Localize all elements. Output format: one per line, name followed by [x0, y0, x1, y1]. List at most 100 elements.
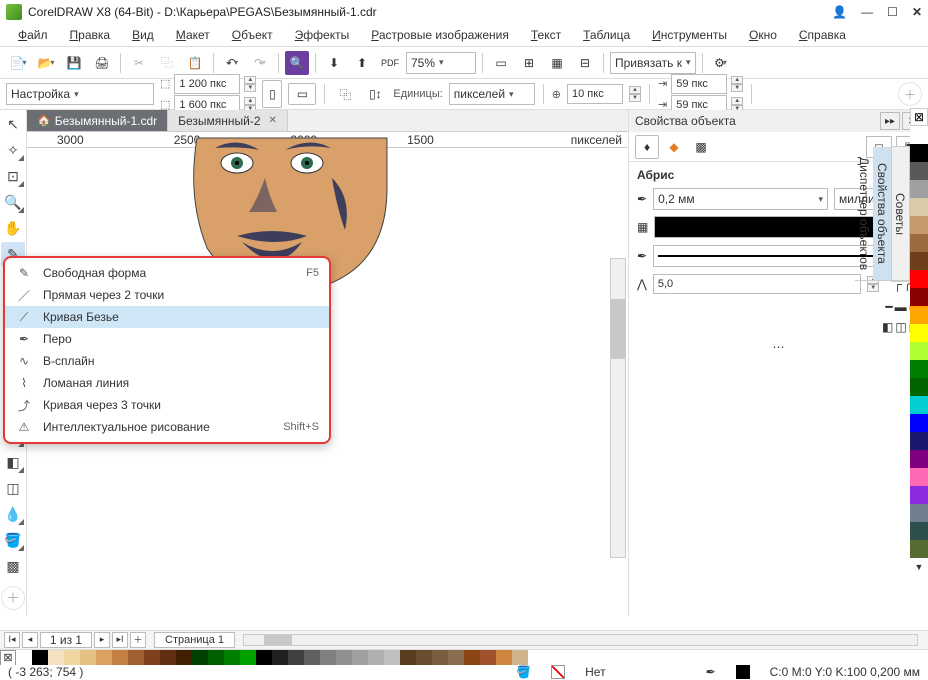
cap-flat[interactable]: ━ [885, 300, 892, 314]
save-button[interactable]: 💾 [62, 51, 86, 75]
paste-icon[interactable]: 📋 [183, 51, 207, 75]
fill-tab-icon[interactable]: ◆ [662, 135, 686, 159]
vertical-scrollbar[interactable] [610, 258, 626, 558]
nudge-input[interactable] [567, 84, 623, 104]
color-swatch[interactable] [910, 306, 928, 324]
color-swatch[interactable] [910, 504, 928, 522]
print-button[interactable]: 🖨 [90, 51, 114, 75]
menu-file[interactable]: Файл [10, 26, 56, 44]
menu-table[interactable]: Таблица [575, 26, 638, 44]
color-swatch[interactable] [910, 216, 928, 234]
shape-tool[interactable]: ✧ [1, 138, 25, 162]
color-swatch[interactable] [910, 234, 928, 252]
add-page-button[interactable]: ＋ [130, 632, 146, 648]
palette-swatch[interactable] [64, 650, 80, 665]
palette-swatch[interactable] [208, 650, 224, 665]
fill-swatch[interactable] [551, 665, 565, 679]
palette-swatch[interactable] [400, 650, 416, 665]
copy-icon[interactable]: ⿻ [155, 51, 179, 75]
menu-edit[interactable]: Правка [62, 26, 119, 44]
palette-swatch[interactable] [240, 650, 256, 665]
doc-tab-2[interactable]: Безымянный-2✕ [168, 110, 288, 131]
palette-swatch[interactable] [224, 650, 240, 665]
page-width-input[interactable] [174, 74, 240, 94]
new-button[interactable]: 📄▾ [6, 51, 30, 75]
export-button[interactable]: ⬆ [350, 51, 374, 75]
palette-swatch[interactable] [464, 650, 480, 665]
flyout-item-5[interactable]: ⌇Ломаная линия [5, 372, 329, 394]
palette-swatch[interactable] [320, 650, 336, 665]
zoom-tool[interactable]: 🔍 [1, 190, 25, 214]
palette-swatch[interactable] [16, 650, 32, 665]
color-swatch[interactable] [910, 324, 928, 342]
color-swatch[interactable] [910, 342, 928, 360]
palette-swatch[interactable] [384, 650, 400, 665]
grid-icon[interactable]: ▦ [545, 51, 569, 75]
units-combo[interactable]: пикселей▾ [449, 83, 535, 105]
next-page-button[interactable]: ▸ [94, 632, 110, 648]
no-fill-swatch[interactable]: ⊠ [0, 650, 16, 665]
color-swatch[interactable] [910, 180, 928, 198]
menu-help[interactable]: Справка [791, 26, 854, 44]
outline-swatch[interactable] [736, 665, 750, 679]
color-swatch[interactable] [910, 270, 928, 288]
pdf-button[interactable]: PDF [378, 51, 402, 75]
minimize-button[interactable]: — [861, 5, 873, 19]
page-tab[interactable]: Страница 1 [154, 632, 235, 648]
palette-swatch[interactable] [96, 650, 112, 665]
color-swatch[interactable] [910, 144, 928, 162]
palette-swatch[interactable] [416, 650, 432, 665]
docker-pin-icon[interactable]: ▸▸ [880, 112, 900, 130]
search-icon[interactable]: 🔍 [285, 51, 309, 75]
toolbox-add[interactable]: ＋ [1, 586, 25, 610]
close-button[interactable]: ✕ [912, 5, 922, 19]
palette-swatch[interactable] [480, 650, 496, 665]
fill-tool[interactable]: 🪣 [1, 528, 25, 552]
color-swatch[interactable] [910, 486, 928, 504]
color-swatch[interactable] [910, 198, 928, 216]
import-button[interactable]: ⬇ [322, 51, 346, 75]
palette-swatch[interactable] [32, 650, 48, 665]
palette-down-icon[interactable]: ▼ [910, 558, 928, 576]
vtab-obj-props[interactable]: Свойства объекта [873, 147, 891, 281]
dup-x-input[interactable] [671, 74, 727, 94]
horizontal-scrollbar[interactable] [243, 634, 918, 646]
palette-swatch[interactable] [368, 650, 384, 665]
color-swatch[interactable] [910, 450, 928, 468]
color-swatch[interactable] [910, 522, 928, 540]
palette-swatch[interactable] [336, 650, 352, 665]
flyout-item-0[interactable]: ✎Свободная формаF5 [5, 262, 329, 284]
color-swatch[interactable] [910, 252, 928, 270]
crop-tool[interactable]: ⊡ [1, 164, 25, 188]
landscape-button[interactable]: ▭ [288, 83, 316, 105]
portrait-button[interactable]: ▯ [262, 80, 282, 108]
palette-swatch[interactable] [160, 650, 176, 665]
flyout-item-4[interactable]: ∿В-сплайн [5, 350, 329, 372]
vtab-obj-manager[interactable]: Диспетчер объектов [855, 147, 873, 281]
maximize-button[interactable]: ☐ [887, 5, 898, 19]
menu-effects[interactable]: Эффекты [287, 26, 358, 44]
pan-tool[interactable]: ✋ [1, 216, 25, 240]
page-preset-combo[interactable]: Настройка▾ [6, 83, 154, 105]
menu-tools[interactable]: Инструменты [644, 26, 735, 44]
flyout-item-3[interactable]: ✒Перо [5, 328, 329, 350]
expand-icon[interactable]: ⋯ [773, 340, 785, 354]
redo-button[interactable]: ↷▾ [248, 51, 272, 75]
fullscreen-icon[interactable]: ▭ [489, 51, 513, 75]
options-button[interactable]: ⚙▾ [709, 51, 733, 75]
zoom-combo[interactable]: 75%▾ [406, 52, 476, 74]
palette-swatch[interactable] [128, 650, 144, 665]
first-page-button[interactable]: I◂ [4, 632, 20, 648]
doc-tab-1[interactable]: 🏠 Безымянный-1.cdr [27, 110, 168, 131]
color-swatch[interactable] [910, 432, 928, 450]
rulers-icon[interactable]: ⊞ [517, 51, 541, 75]
transparency-tool[interactable]: ◫ [1, 476, 25, 500]
prev-page-button[interactable]: ◂ [22, 632, 38, 648]
flyout-item-2[interactable]: ⟋Кривая Безье [5, 306, 329, 328]
color-swatch[interactable] [910, 360, 928, 378]
transparency-tab-icon[interactable]: ▩ [689, 135, 713, 159]
menu-view[interactable]: Вид [124, 26, 162, 44]
open-button[interactable]: 📂▾ [34, 51, 58, 75]
last-page-button[interactable]: ▸I [112, 632, 128, 648]
outline-width-combo[interactable]: 0,2 мм▾ [653, 188, 828, 210]
